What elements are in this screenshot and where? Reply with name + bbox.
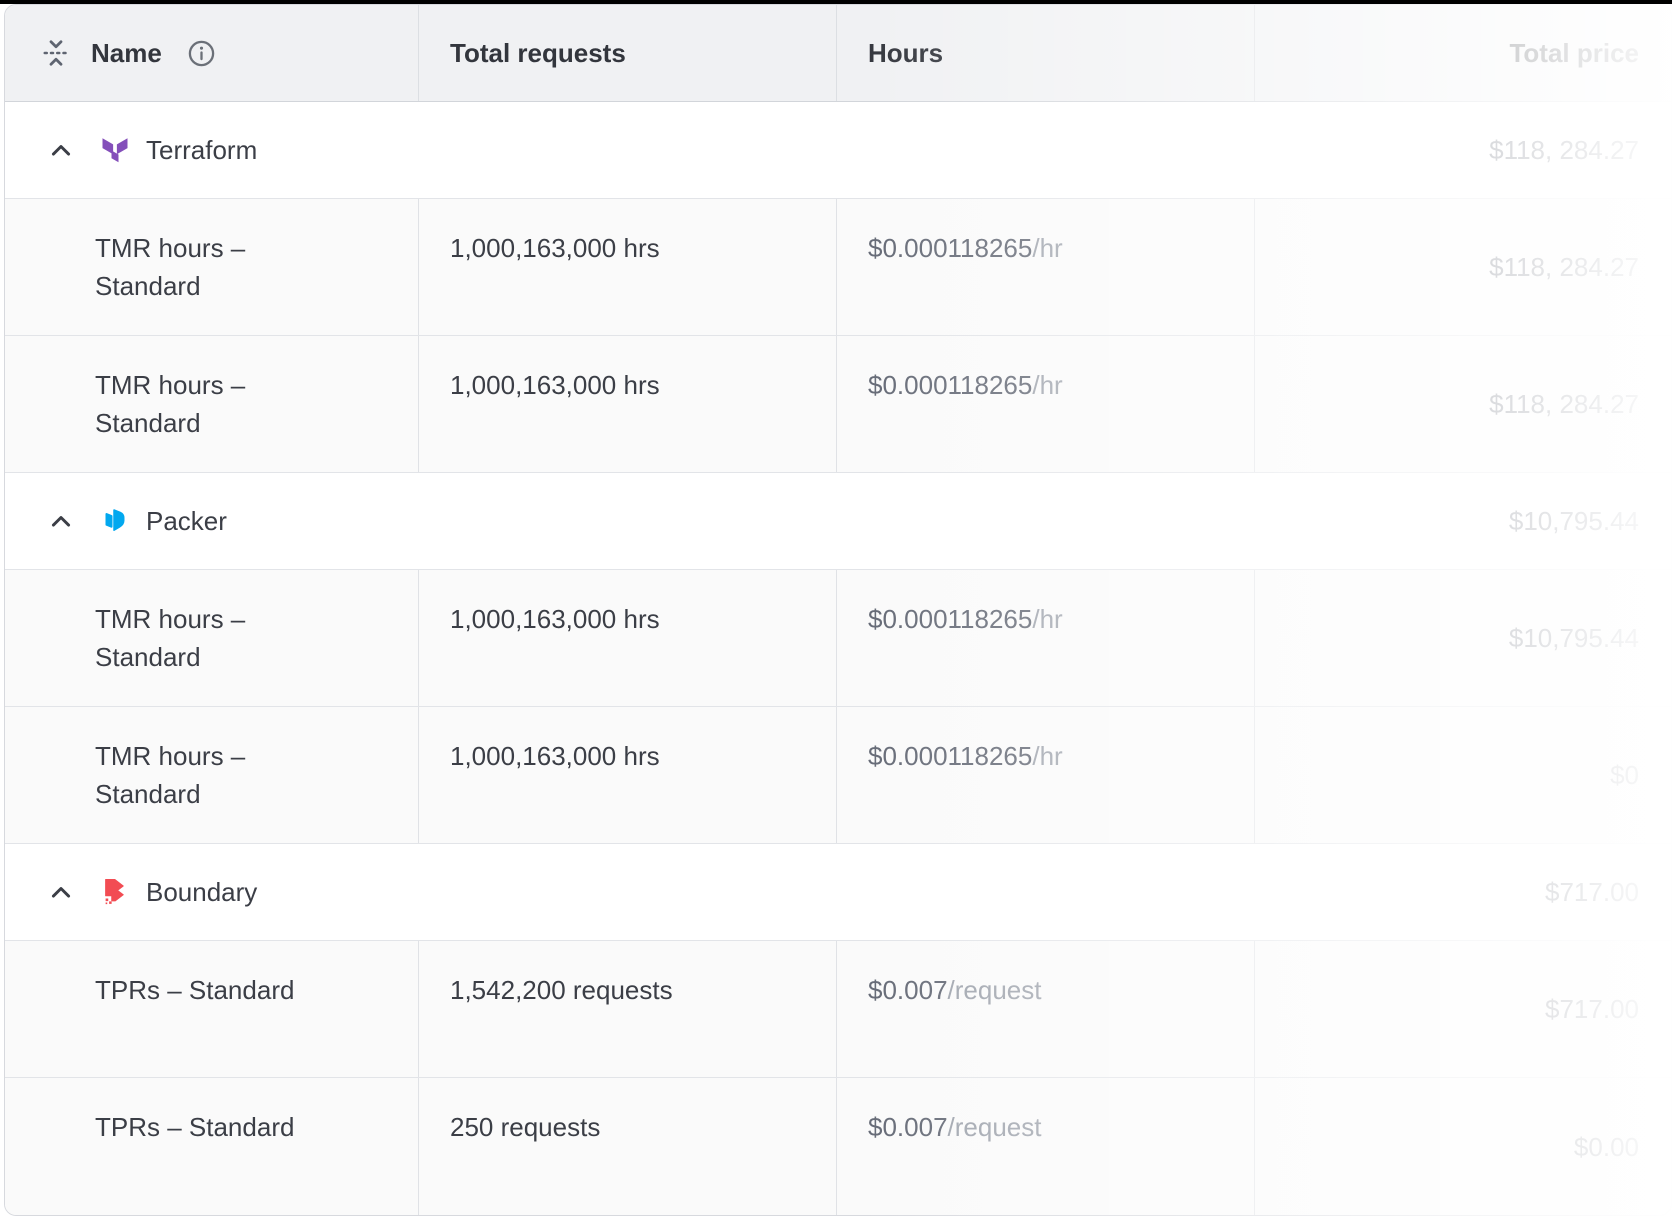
column-header-name: Name bbox=[91, 38, 162, 69]
table-row: TMR hours – Standard 1,000,163,000 hrs $… bbox=[5, 336, 1671, 473]
table-row: TMR hours – Standard 1,000,163,000 hrs $… bbox=[5, 199, 1671, 336]
chevron-up-icon[interactable] bbox=[47, 507, 75, 535]
group-total-price: $717.00 bbox=[1545, 877, 1671, 908]
table-row: TPRs – Standard 250 requests $0.007/requ… bbox=[5, 1078, 1671, 1215]
line-item-total-price: $0 bbox=[1254, 707, 1671, 843]
line-item-total-price: $10,795.44 bbox=[1254, 570, 1671, 706]
column-header-total-price: Total price bbox=[1254, 5, 1671, 101]
pricing-table-wrap: Name Total requests Hours Total price bbox=[4, 4, 1672, 1216]
line-item-total-price: $118, 284.27 bbox=[1254, 336, 1671, 472]
line-item-name: TMR hours – Standard bbox=[95, 737, 327, 813]
line-item-total-price: $717.00 bbox=[1254, 941, 1671, 1077]
line-item-rate: $0.000118265/hr bbox=[836, 336, 1254, 472]
line-item-name: TMR hours – Standard bbox=[95, 229, 327, 305]
line-item-total-price: $118, 284.27 bbox=[1254, 199, 1671, 335]
line-item-total-requests: 1,000,163,000 hrs bbox=[418, 199, 836, 335]
line-item-rate: $0.007/request bbox=[836, 941, 1254, 1077]
group-row-terraform[interactable]: Terraform $118, 284.27 bbox=[5, 102, 1671, 199]
line-item-name: TPRs – Standard bbox=[95, 1108, 327, 1146]
line-item-rate: $0.000118265/hr bbox=[836, 707, 1254, 843]
column-header-name-cell: Name bbox=[5, 5, 418, 101]
line-item-total-requests: 1,000,163,000 hrs bbox=[418, 570, 836, 706]
line-item-total-requests: 1,542,200 requests bbox=[418, 941, 836, 1077]
group-total-price: $10,795.44 bbox=[1509, 506, 1671, 537]
line-item-rate: $0.000118265/hr bbox=[836, 199, 1254, 335]
column-header-total-requests: Total requests bbox=[418, 5, 836, 101]
group-label: Terraform bbox=[146, 135, 257, 166]
line-item-rate: $0.000118265/hr bbox=[836, 570, 1254, 706]
group-total-price: $118, 284.27 bbox=[1489, 135, 1671, 166]
collapse-all-icon[interactable] bbox=[41, 38, 71, 68]
terraform-icon bbox=[100, 135, 130, 165]
line-item-total-requests: 250 requests bbox=[418, 1078, 836, 1215]
info-icon[interactable] bbox=[187, 39, 216, 68]
line-item-name: TMR hours – Standard bbox=[95, 366, 327, 442]
line-item-total-requests: 1,000,163,000 hrs bbox=[418, 707, 836, 843]
group-label: Boundary bbox=[146, 877, 257, 908]
line-item-name: TMR hours – Standard bbox=[95, 600, 327, 676]
group-row-packer[interactable]: Packer $10,795.44 bbox=[5, 473, 1671, 570]
chevron-up-icon[interactable] bbox=[47, 136, 75, 164]
group-row-boundary[interactable]: Boundary $717.00 bbox=[5, 844, 1671, 941]
group-label: Packer bbox=[146, 506, 227, 537]
pricing-table: Name Total requests Hours Total price bbox=[4, 4, 1672, 1216]
boundary-icon bbox=[100, 877, 130, 907]
table-row: TMR hours – Standard 1,000,163,000 hrs $… bbox=[5, 570, 1671, 707]
line-item-total-price: $0.00 bbox=[1254, 1078, 1671, 1215]
table-row: TPRs – Standard 1,542,200 requests $0.00… bbox=[5, 941, 1671, 1078]
table-row: TMR hours – Standard 1,000,163,000 hrs $… bbox=[5, 707, 1671, 844]
line-item-rate: $0.007/request bbox=[836, 1078, 1254, 1215]
packer-icon bbox=[100, 506, 130, 536]
column-header-hours: Hours bbox=[836, 5, 1254, 101]
table-header: Name Total requests Hours Total price bbox=[5, 5, 1671, 102]
chevron-up-icon[interactable] bbox=[47, 878, 75, 906]
line-item-name: TPRs – Standard bbox=[95, 971, 327, 1009]
line-item-total-requests: 1,000,163,000 hrs bbox=[418, 336, 836, 472]
